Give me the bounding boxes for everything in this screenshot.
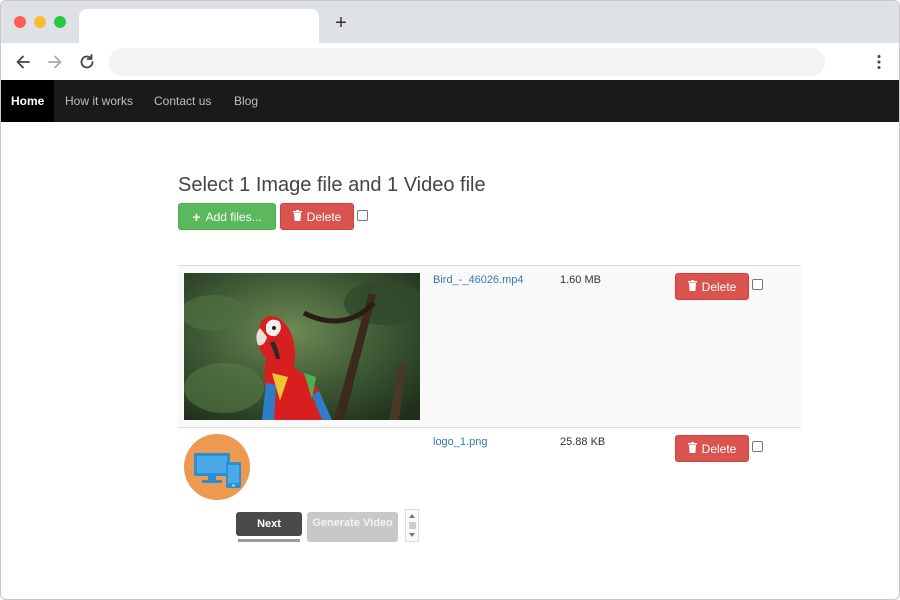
address-bar[interactable] [109, 48, 825, 76]
trash-icon [687, 441, 697, 456]
file-name-link[interactable]: logo_1.png [433, 436, 487, 448]
page-content: Select 1 Image file and 1 Video file + A… [1, 122, 899, 599]
maximize-window-button[interactable] [54, 16, 66, 28]
add-files-button[interactable]: + Add files... [178, 203, 276, 230]
site-navbar: Home How it works Contact us Blog [1, 80, 899, 122]
minimize-window-button[interactable] [34, 16, 46, 28]
add-files-label: Add files... [205, 209, 262, 224]
trash-icon [292, 209, 302, 224]
plus-icon: + [192, 208, 201, 225]
browser-tab-active[interactable] [79, 9, 319, 43]
browser-window: + Home How it works Contact us Blog Sele… [0, 0, 900, 600]
delete-selected-label: Delete [306, 209, 342, 224]
scroll-stepper[interactable] [405, 509, 419, 542]
file-name-link[interactable]: Bird_-_46026.mp4 [433, 274, 524, 286]
delete-selected-button[interactable]: Delete [280, 203, 354, 230]
file-size: 1.60 MB [560, 274, 601, 286]
page-title: Select 1 Image file and 1 Video file [178, 174, 486, 196]
generate-video-button[interactable]: Generate Video [307, 512, 398, 542]
browser-toolbar [1, 43, 899, 81]
file-select-checkbox[interactable] [752, 441, 763, 452]
delete-file-label: Delete [701, 441, 737, 456]
button-divider [238, 539, 300, 542]
select-all-checkbox[interactable] [357, 210, 368, 221]
delete-file-button[interactable]: Delete [675, 435, 749, 462]
nav-contact-us[interactable]: Contact us [154, 80, 211, 122]
nav-home[interactable]: Home [1, 80, 55, 122]
nav-blog[interactable]: Blog [234, 80, 258, 122]
file-select-checkbox[interactable] [752, 279, 763, 290]
table-row: Bird_-_46026.mp4 1.60 MB Delete [178, 265, 801, 427]
trash-icon [687, 279, 697, 294]
new-tab-button[interactable]: + [331, 13, 351, 33]
chevron-up-icon[interactable] [409, 514, 415, 518]
forward-icon[interactable] [45, 52, 65, 72]
close-window-button[interactable] [14, 16, 26, 28]
more-menu-icon[interactable] [869, 52, 889, 72]
browser-tab-bar: + [1, 1, 899, 43]
back-icon[interactable] [13, 52, 33, 72]
scroll-thumb[interactable] [409, 522, 416, 529]
next-button[interactable]: Next [236, 512, 302, 536]
parrot-image [184, 273, 420, 420]
delete-file-label: Delete [701, 279, 737, 294]
delete-file-button[interactable]: Delete [675, 273, 749, 300]
reload-icon[interactable] [77, 52, 97, 72]
nav-how-it-works[interactable]: How it works [65, 80, 133, 122]
devices-logo [184, 434, 250, 500]
chevron-down-icon[interactable] [409, 533, 415, 537]
file-size: 25.88 KB [560, 436, 606, 448]
